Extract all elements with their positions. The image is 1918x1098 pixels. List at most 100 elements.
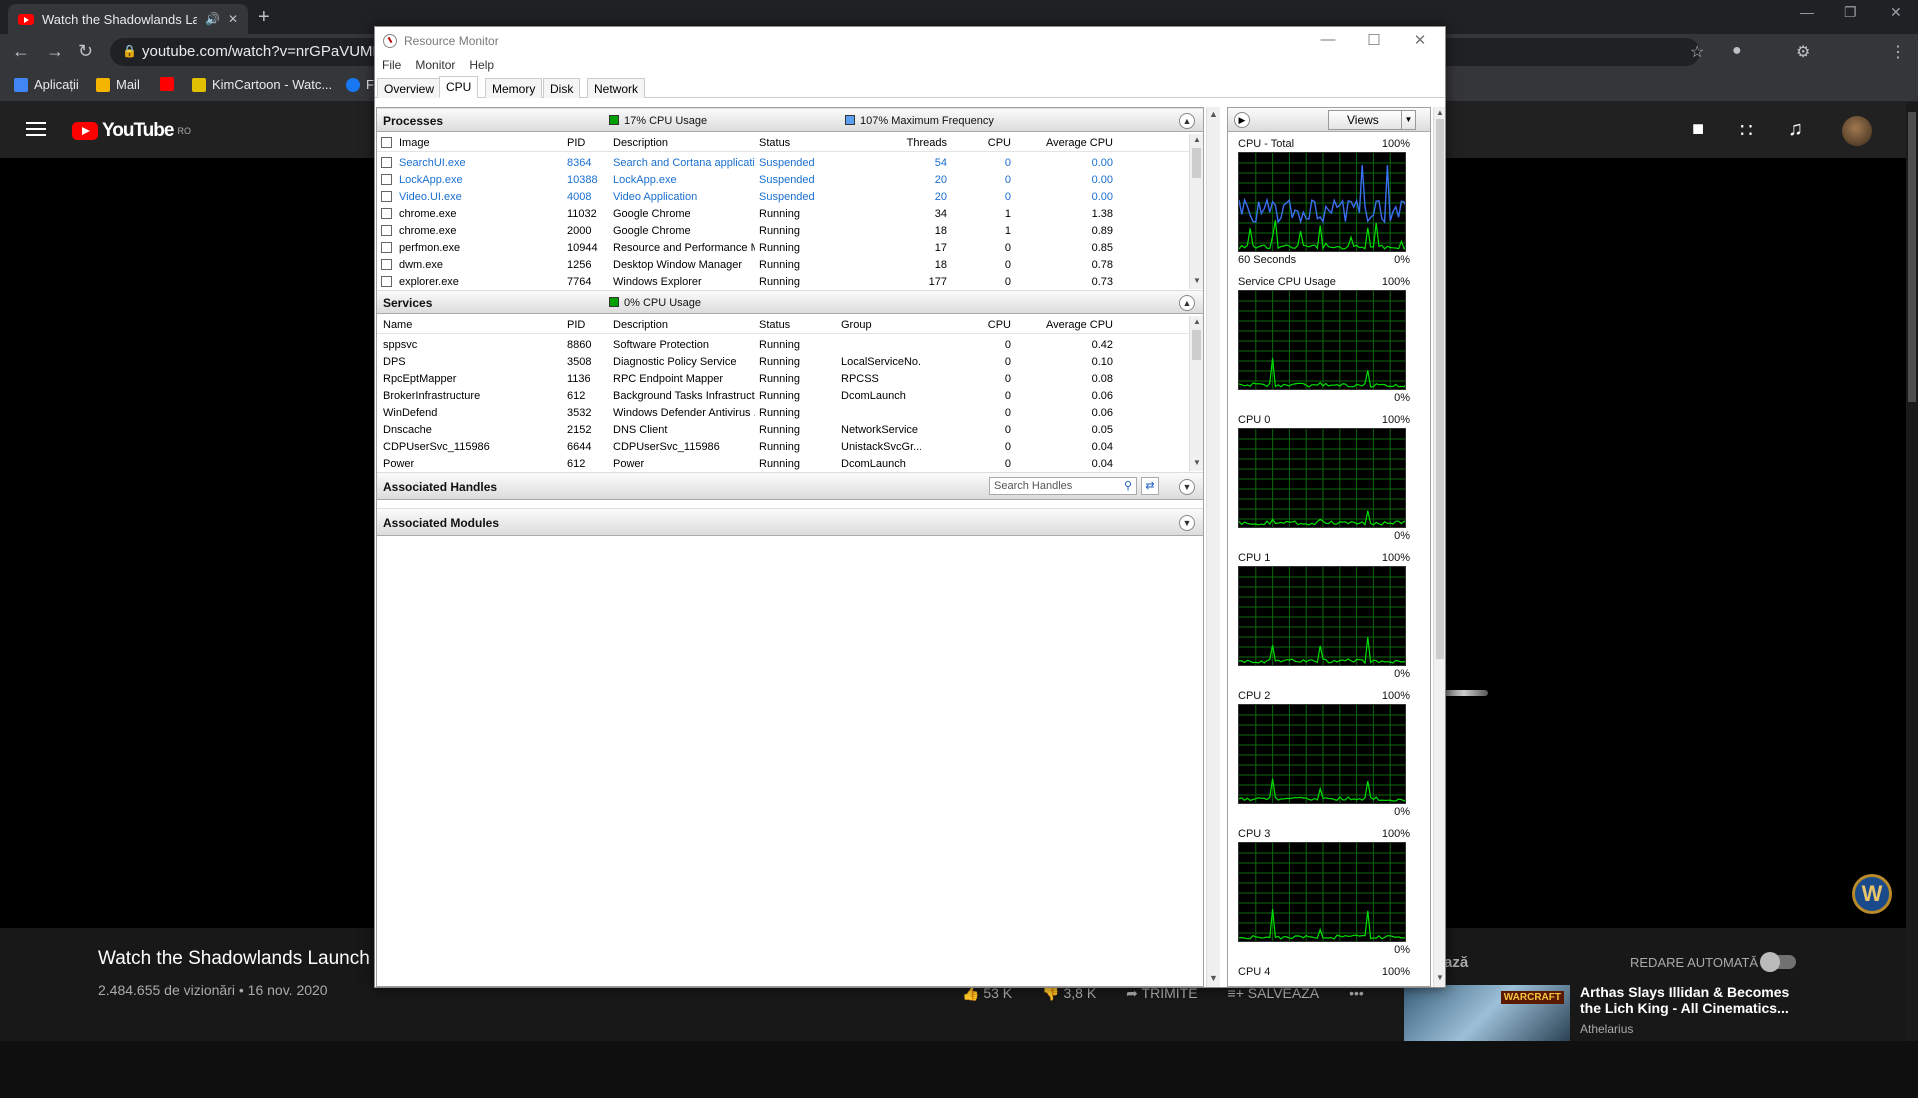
services-scrollbar[interactable]: ▲ ▼ (1189, 316, 1203, 471)
tab-disk[interactable]: Disk (543, 78, 581, 98)
tab-cpu[interactable]: CPU (439, 76, 479, 98)
services-header[interactable]: Services 0% CPU Usage ▲ (377, 290, 1203, 314)
create-video-icon[interactable]: ■ (1692, 118, 1704, 141)
extensions-puzzle-icon[interactable]: ⚙ (1796, 42, 1810, 62)
table-row[interactable]: perfmon.exe 10944 Resource and Performance… (377, 239, 1189, 256)
collapse-up-icon[interactable]: ▲ (1179, 295, 1195, 311)
table-row[interactable]: chrome.exe 11032 Google Chrome Running 34 1 1.… (377, 205, 1189, 222)
graphs-scrollbar[interactable]: ▲ ▼ (1433, 107, 1445, 987)
scroll-down-icon[interactable]: ▼ (1193, 458, 1201, 467)
menu-help[interactable]: Help (469, 55, 494, 75)
row-checkbox[interactable] (381, 242, 392, 253)
minimize-icon[interactable]: — (1305, 31, 1351, 48)
modules-header[interactable]: Associated Modules ▼ (377, 508, 1203, 536)
close-tab-icon[interactable]: ✕ (228, 12, 238, 26)
table-row[interactable]: Video.UI.exe 4008 Video Application Suspend… (377, 188, 1189, 205)
search-icon[interactable]: ⚲ (1124, 479, 1132, 492)
row-checkbox[interactable] (381, 225, 392, 236)
tab-network[interactable]: Network (587, 78, 646, 98)
speaker-icon[interactable]: 🔊 (205, 12, 220, 26)
scroll-up-icon[interactable]: ▲ (1436, 108, 1444, 117)
page-scrollbar[interactable] (1906, 102, 1918, 1041)
graphs-scroll-thumb[interactable] (1436, 119, 1444, 659)
page-scrollbar-thumb[interactable] (1908, 112, 1916, 402)
table-row[interactable]: RpcEptMapper 1136 RPC Endpoint Mapper Runni… (377, 370, 1189, 387)
close-window-icon[interactable]: ✕ (1890, 4, 1902, 21)
autoplay-toggle[interactable] (1760, 952, 1796, 972)
row-checkbox[interactable] (381, 208, 392, 219)
extension-icon[interactable]: ● (1732, 42, 1742, 60)
main-pane-scrollbar[interactable]: ▲ ▼ (1206, 107, 1220, 987)
window-titlebar[interactable]: Resource Monitor — ☐ ✕ (375, 27, 1445, 55)
browser-tab-youtube[interactable]: Watch the Shadowlands Laun 🔊 ✕ (8, 4, 248, 34)
col-name[interactable]: Name (383, 319, 412, 331)
select-all-checkbox[interactable] (381, 137, 392, 148)
table-row[interactable]: DPS 3508 Diagnostic Policy Service Running L… (377, 353, 1189, 370)
table-row[interactable]: BrokerInfrastructure 612 Background Tasks … (377, 387, 1189, 404)
tab-memory[interactable]: Memory (485, 78, 543, 98)
row-checkbox[interactable] (381, 191, 392, 202)
minimize-window-icon[interactable]: — (1800, 4, 1814, 20)
table-row[interactable]: CDPUserSvc_115986 6644 CDPUserSvc_115986 Ru… (377, 438, 1189, 455)
apps-icon[interactable]: ∷ (1740, 118, 1753, 143)
processes-scrollbar[interactable]: ▲ ▼ (1189, 134, 1203, 289)
bookmark-facebook[interactable]: F (346, 77, 374, 92)
col-description[interactable]: Description (613, 319, 668, 331)
expand-down-icon[interactable]: ▼ (1179, 479, 1195, 495)
views-dropdown[interactable]: Views ▼ (1328, 110, 1416, 130)
new-tab-button[interactable]: + (258, 6, 270, 29)
search-handles-input[interactable]: Search Handles ⚲ (989, 477, 1137, 495)
close-icon[interactable]: ✕ (1397, 31, 1443, 49)
scroll-down-icon[interactable]: ▼ (1209, 973, 1218, 983)
table-row[interactable]: sppsvc 8860 Software Protection Running 0 0.4… (377, 336, 1189, 353)
bookmark-kimcartoon[interactable]: KimCartoon - Watc... (192, 77, 332, 92)
row-checkbox[interactable] (381, 174, 392, 185)
avatar[interactable] (1842, 116, 1872, 146)
processes-scroll-thumb[interactable] (1192, 148, 1201, 178)
table-row[interactable]: chrome.exe 2000 Google Chrome Running 18 1 0.8… (377, 222, 1189, 239)
scroll-down-icon[interactable]: ▼ (1193, 276, 1201, 285)
menu-file[interactable]: File (382, 55, 401, 75)
col-status[interactable]: Status (759, 137, 790, 149)
scroll-down-icon[interactable]: ▼ (1436, 973, 1444, 982)
scroll-up-icon[interactable]: ▲ (1193, 135, 1201, 144)
refresh-search-icon[interactable]: ⇄ (1141, 477, 1159, 495)
bookmark-youtube[interactable] (160, 77, 180, 91)
col-average-cpu[interactable]: Average CPU (1017, 137, 1113, 149)
bookmark-apps[interactable]: Aplicații (14, 77, 79, 92)
back-icon[interactable]: ← (12, 41, 30, 62)
table-row[interactable]: dwm.exe 1256 Desktop Window Manager Running… (377, 256, 1189, 273)
processes-header[interactable]: Processes 17% CPU Usage 107% Maximum Fre… (377, 108, 1203, 132)
chevron-down-icon[interactable]: ▼ (1401, 111, 1415, 129)
col-group[interactable]: Group (841, 319, 872, 331)
bookmark-mail[interactable]: Mail (96, 77, 140, 92)
collapse-up-icon[interactable]: ▲ (1179, 113, 1195, 129)
col-threads[interactable]: Threads (837, 137, 947, 149)
table-row[interactable]: WinDefend 3532 Windows Defender Antivirus … (377, 404, 1189, 421)
row-checkbox[interactable] (381, 157, 392, 168)
row-checkbox[interactable] (381, 259, 392, 270)
col-cpu[interactable]: CPU (957, 137, 1011, 149)
forward-icon[interactable]: → (46, 41, 64, 62)
notifications-bell-icon[interactable]: ♫ (1788, 118, 1803, 141)
table-row[interactable]: Power 612 Power Running DcomLaunch 0 0.04 (377, 455, 1189, 472)
up-next-thumbnail[interactable]: WARCRAFT (1404, 985, 1570, 1041)
handles-header[interactable]: Associated Handles Search Handles ⚲ ⇄ ▼ (377, 472, 1203, 500)
youtube-logo[interactable]: YouTube RO (72, 120, 191, 142)
col-status[interactable]: Status (759, 319, 790, 331)
expand-right-icon[interactable]: ▶ (1234, 112, 1250, 128)
table-row[interactable]: Dnscache 2152 DNS Client Running NetworkServ… (377, 421, 1189, 438)
channel-watermark-icon[interactable]: W (1852, 874, 1892, 914)
table-row[interactable]: LockApp.exe 10388 LockApp.exe Suspended 20 0 0… (377, 171, 1189, 188)
col-average-cpu[interactable]: Average CPU (1017, 319, 1113, 331)
hamburger-menu-icon[interactable] (26, 122, 46, 136)
menu-monitor[interactable]: Monitor (415, 55, 455, 75)
row-checkbox[interactable] (381, 276, 392, 287)
services-scroll-thumb[interactable] (1192, 330, 1201, 360)
scroll-up-icon[interactable]: ▲ (1209, 109, 1218, 119)
table-row[interactable]: explorer.exe 7764 Windows Explorer Running 1… (377, 273, 1189, 290)
col-description[interactable]: Description (613, 137, 668, 149)
col-pid[interactable]: PID (567, 319, 585, 331)
up-next-title[interactable]: Arthas Slays Illidan & Becomes the Lich … (1580, 984, 1790, 1016)
tab-overview[interactable]: Overview (377, 78, 442, 98)
